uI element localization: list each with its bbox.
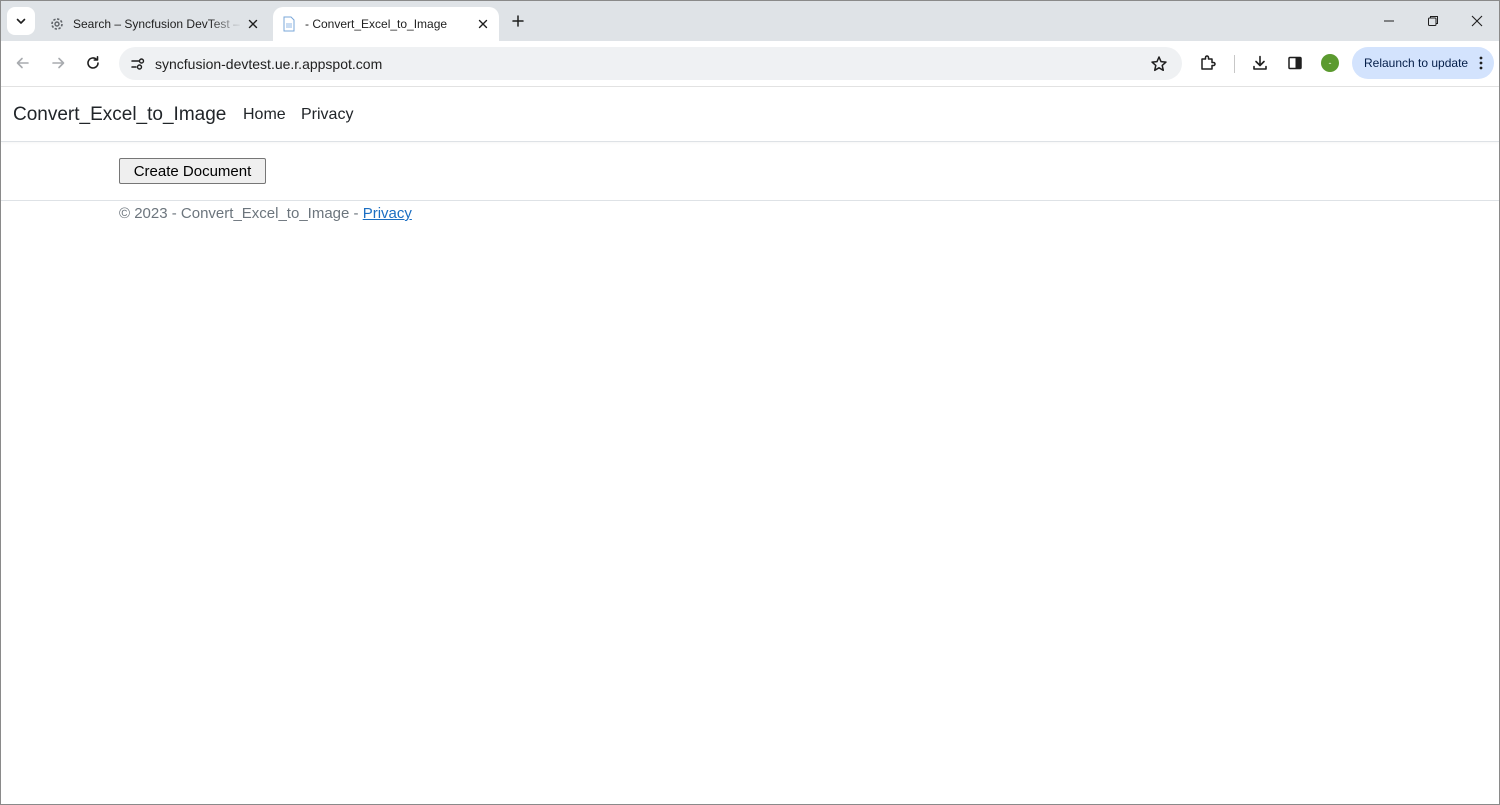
tab-search-syncfusion[interactable]: Search – Syncfusion DevTest – [41,7,269,41]
nav-link-privacy[interactable]: Privacy [301,106,353,124]
download-icon [1253,55,1267,70]
footer-privacy-link[interactable]: Privacy [363,205,412,222]
forward-button[interactable] [44,49,72,77]
tab-search-button[interactable] [7,7,35,35]
relaunch-to-update-button[interactable]: Relaunch to update [1352,47,1494,79]
footer-divider [1,200,1499,201]
minimize-button[interactable] [1367,1,1411,41]
puzzle-icon [1201,55,1216,70]
arrow-left-icon [16,57,29,69]
tune-icon [131,58,145,70]
tab-convert-excel-to-image[interactable]: - Convert_Excel_to_Image [273,7,499,41]
side-panel-button[interactable] [1282,50,1308,76]
browser-toolbar: syncfusion-devtest.ue.r.appspot.com - Re… [1,41,1499,86]
star-icon [1151,56,1167,72]
more-vert-icon[interactable] [1478,55,1484,71]
browser-window: Search – Syncfusion DevTest – - Convert_… [0,0,1500,805]
toolbar-separator [1234,55,1235,73]
restore-button[interactable] [1411,1,1455,41]
tab-title: - Convert_Excel_to_Image [305,17,448,31]
relaunch-label: Relaunch to update [1364,56,1469,70]
new-tab-button[interactable] [506,9,530,33]
nav-link-home[interactable]: Home [243,106,286,124]
extensions-button[interactable] [1195,50,1221,76]
downloads-button[interactable] [1247,50,1273,76]
bookmark-star-button[interactable] [1146,51,1172,77]
url-text[interactable]: syncfusion-devtest.ue.r.appspot.com [155,56,382,72]
arrow-right-icon [52,57,65,69]
site-footer: © 2023 - Convert_Excel_to_Image - Privac… [119,205,412,222]
address-bar[interactable]: syncfusion-devtest.ue.r.appspot.com [119,47,1182,80]
profile-avatar[interactable]: - [1321,54,1339,72]
tab-title: Search – Syncfusion DevTest – [73,17,240,31]
reload-button[interactable] [79,49,107,77]
window-close-button[interactable] [1455,1,1499,41]
profile-initial: - [1328,57,1332,68]
chevron-down-icon [16,18,26,24]
close-icon [1471,15,1483,27]
footer-copyright: © 2023 - Convert_Excel_to_Image - [119,205,363,222]
restore-icon [1428,16,1438,26]
minimize-icon [1384,20,1394,22]
side-panel-icon [1288,56,1302,70]
tab-strip: Search – Syncfusion DevTest – - Convert_… [1,1,1499,41]
site-info-button[interactable] [125,51,151,77]
close-icon[interactable] [243,14,263,34]
plus-icon [512,15,524,27]
create-document-button[interactable]: Create Document [119,158,266,184]
site-navbar: Convert_Excel_to_Image Home Privacy [1,87,1499,142]
gear-icon [49,16,65,32]
site-brand[interactable]: Convert_Excel_to_Image [13,104,226,126]
close-icon[interactable] [473,14,493,34]
back-button[interactable] [9,49,37,77]
page-icon [281,16,297,32]
reload-icon [87,56,99,69]
